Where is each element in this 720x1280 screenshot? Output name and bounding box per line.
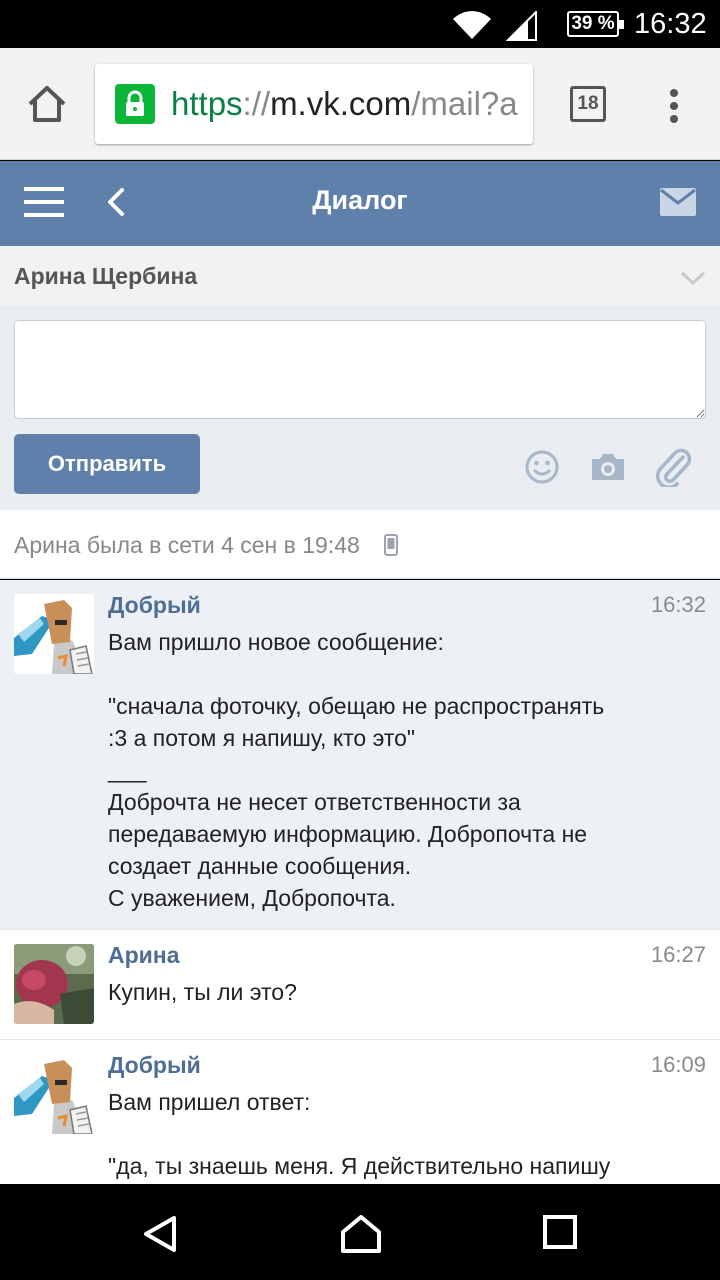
compose-panel: Отправить xyxy=(0,306,720,510)
message-time: 16:32 xyxy=(650,592,706,617)
message-text: Купин, ты ли это? xyxy=(108,979,297,1005)
app-header: Диалог xyxy=(0,161,720,246)
page-title: Диалог xyxy=(312,185,408,215)
avatar[interactable] xyxy=(14,1054,94,1134)
message-input[interactable] xyxy=(14,320,706,419)
message-time: 16:27 xyxy=(650,942,706,967)
wifi-icon xyxy=(453,11,491,39)
nav-home-icon[interactable] xyxy=(340,1214,382,1254)
mobile-icon xyxy=(384,534,398,556)
message-author[interactable]: Арина xyxy=(108,942,179,969)
last-seen-text: Арина была в сети 4 сен в 19:48 xyxy=(14,532,360,558)
signal-icon xyxy=(506,11,537,41)
nav-recents-icon[interactable] xyxy=(542,1214,578,1250)
message-author[interactable]: Добрый xyxy=(108,592,201,619)
battery-percent: 39 % xyxy=(571,13,615,34)
browser-toolbar: https://m.vk.com/mail?a 18 xyxy=(0,48,720,160)
message-text: Вам пришло новое сообщение: "сначала фот… xyxy=(108,629,605,911)
url-separator: :// xyxy=(242,85,271,122)
home-icon[interactable] xyxy=(26,84,68,124)
url-text: https://m.vk.com/mail?a xyxy=(171,84,518,124)
status-bar: 39 % 16:32 xyxy=(0,0,720,48)
message-text: Вам пришел ответ: "да, ты знаешь меня. Я… xyxy=(108,1089,611,1179)
attach-icon[interactable] xyxy=(655,447,691,487)
message-item[interactable]: Арина 16:27 Купин, ты ли это? xyxy=(0,930,720,1040)
clock: 16:32 xyxy=(634,8,707,40)
conversation-peer-row[interactable]: Арина Щербина xyxy=(0,246,720,306)
last-seen-row: Арина была в сети 4 сен в 19:48 xyxy=(0,510,720,579)
camera-icon[interactable] xyxy=(589,451,627,483)
address-bar[interactable]: https://m.vk.com/mail?a xyxy=(95,64,533,144)
message-item[interactable]: Добрый 16:09 Вам пришел ответ: "да, ты з… xyxy=(0,1040,720,1184)
peer-name: Арина Щербина xyxy=(14,263,198,289)
tab-switcher-button[interactable]: 18 xyxy=(570,86,606,122)
smile-icon[interactable] xyxy=(524,449,560,485)
send-button[interactable]: Отправить xyxy=(14,434,200,494)
chevron-down-icon[interactable] xyxy=(680,270,706,286)
lock-icon xyxy=(115,84,155,124)
mail-icon[interactable] xyxy=(660,188,696,216)
message-item[interactable]: Добрый 16:32 Вам пришло новое сообщение:… xyxy=(0,580,720,930)
system-nav-bar xyxy=(0,1184,720,1280)
avatar[interactable] xyxy=(14,594,94,674)
avatar[interactable] xyxy=(14,944,94,1024)
message-time: 16:09 xyxy=(650,1052,706,1077)
overflow-menu-icon[interactable] xyxy=(668,88,680,124)
url-path: /mail?a xyxy=(411,85,518,122)
url-host: m.vk.com xyxy=(270,85,412,122)
nav-back-icon[interactable] xyxy=(140,1214,180,1254)
message-author[interactable]: Добрый xyxy=(108,1052,201,1079)
battery-indicator: 39 % xyxy=(567,11,624,37)
url-scheme: https xyxy=(171,85,243,122)
